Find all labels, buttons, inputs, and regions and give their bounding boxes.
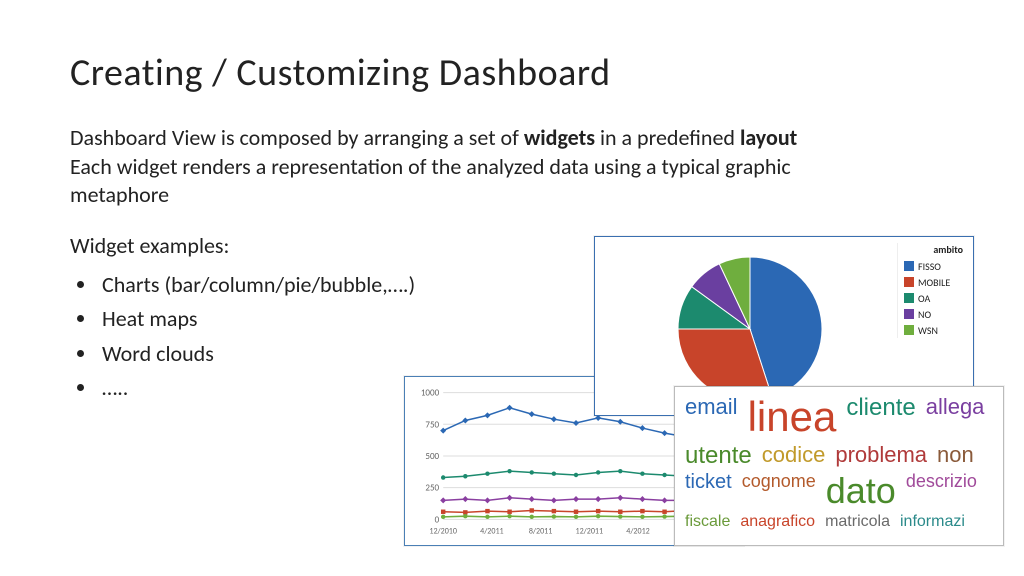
svg-text:250: 250 (425, 483, 439, 494)
wordcloud-word: matricola (825, 514, 890, 531)
wordcloud-word: allega (926, 395, 985, 439)
wordcloud-word: descrizio (906, 472, 977, 510)
wordcloud-word: dato (826, 472, 896, 510)
widget-examples-cluster: 0 250 500 750 1000 12/2010 4/2011 8/2011 12/2011… (404, 236, 1004, 546)
wordcloud-word: problema (835, 443, 927, 468)
wordcloud-word: cognome (742, 472, 816, 510)
wordcloud-word: informazi (900, 514, 965, 531)
paragraph-1: Dashboard View is composed by arranging … (70, 124, 850, 153)
wordcloud-word: fiscale (685, 514, 730, 531)
wordcloud-word: utente (685, 443, 752, 468)
paragraph-2: Each widget renders a representation of … (70, 153, 850, 210)
svg-text:4/2011: 4/2011 (480, 526, 504, 536)
pie-legend: ambito FISSOMOBILEOANOWSN (897, 243, 967, 338)
svg-text:12/2011: 12/2011 (575, 526, 603, 536)
svg-text:1000: 1000 (421, 388, 440, 399)
svg-text:8/2011: 8/2011 (529, 526, 553, 536)
pie-legend-item: WSN (904, 322, 967, 338)
wordcloud-word: linea (748, 395, 837, 439)
wordcloud-word: non (937, 443, 974, 468)
svg-text:4/2012: 4/2012 (626, 526, 650, 536)
wordcloud-word: cliente (846, 395, 915, 439)
svg-text:750: 750 (425, 419, 439, 430)
pie-chart-svg (665, 249, 835, 409)
pie-legend-title: ambito (904, 243, 967, 256)
wordcloud-word: anagrafico (740, 514, 815, 531)
pie-legend-item: OA (904, 290, 967, 306)
svg-text:12/2010: 12/2010 (429, 526, 457, 536)
svg-text:500: 500 (425, 451, 439, 462)
svg-text:0: 0 (435, 514, 440, 525)
wordcloud-word: codice (762, 443, 826, 468)
pie-legend-item: MOBILE (904, 274, 967, 290)
wordcloud-widget: emaillineaclienteallega utente codice probl… (674, 386, 1004, 546)
pie-legend-item: FISSO (904, 258, 967, 274)
wordcloud-word: email (685, 395, 738, 439)
wordcloud-word: ticket (685, 472, 732, 510)
pie-legend-item: NO (904, 306, 967, 322)
slide-title: Creating / Customizing Dashboard (70, 50, 964, 96)
